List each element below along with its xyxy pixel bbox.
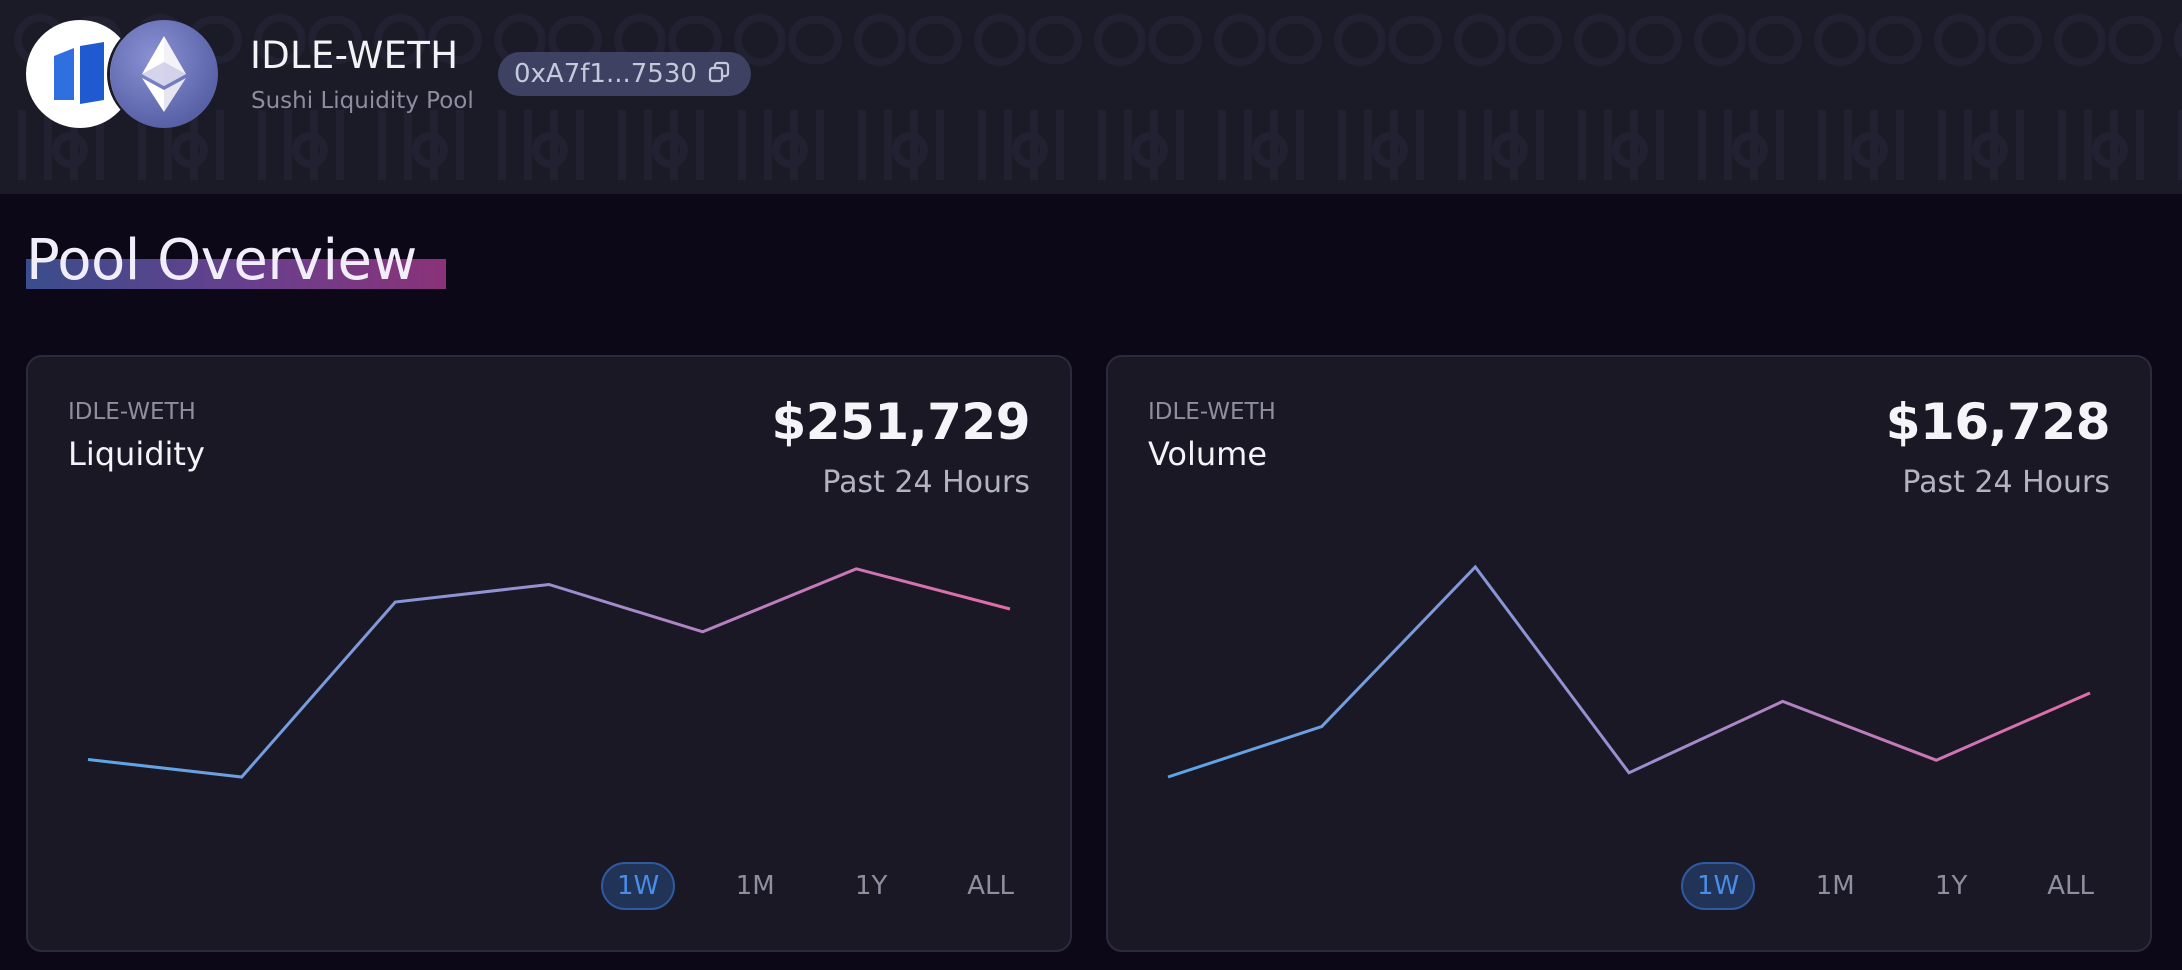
pool-name: IDLE-WETH <box>250 34 459 77</box>
page-title: Pool Overview <box>26 228 417 293</box>
page-title-block: Pool Overview <box>26 228 446 294</box>
chart-series-line <box>87 567 1011 779</box>
volume-card: IDLE-WETH Volume $16,728 Past 24 Hours 1… <box>1106 355 2152 952</box>
range-1m-button[interactable]: 1M <box>719 862 791 910</box>
liquidity-card: IDLE-WETH Liquidity $251,729 Past 24 Hou… <box>26 355 1072 952</box>
range-all-button[interactable]: ALL <box>951 862 1030 910</box>
token-logos <box>26 20 220 128</box>
range-1m-button[interactable]: 1M <box>1799 862 1871 910</box>
range-selector: 1W 1M 1Y ALL <box>600 862 1030 910</box>
ethereum-logo-icon <box>110 20 218 128</box>
pool-address: 0xA7f1...7530 <box>514 59 697 89</box>
range-all-button[interactable]: ALL <box>2031 862 2110 910</box>
copy-address-button[interactable]: 0xA7f1...7530 <box>498 52 751 96</box>
chart-series-line <box>1167 564 2091 779</box>
range-1y-button[interactable]: 1Y <box>835 862 907 910</box>
copy-icon <box>707 60 731 88</box>
pool-subtitle: Sushi Liquidity Pool <box>251 88 474 114</box>
range-1w-button[interactable]: 1W <box>600 862 676 910</box>
range-1y-button[interactable]: 1Y <box>1915 862 1987 910</box>
range-selector: 1W 1M 1Y ALL <box>1680 862 2110 910</box>
range-1w-button[interactable]: 1W <box>1680 862 1756 910</box>
pool-header: IDLE-WETH Sushi Liquidity Pool 0xA7f1...… <box>0 0 2182 194</box>
